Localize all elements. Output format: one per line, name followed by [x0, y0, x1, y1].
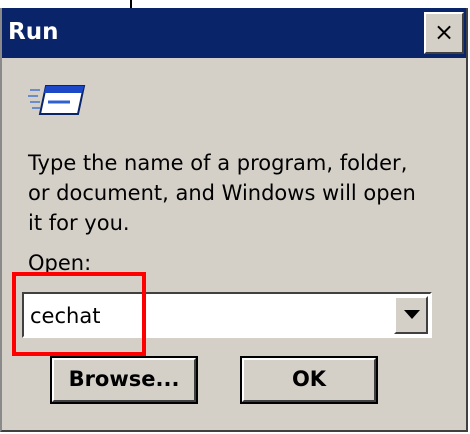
- browse-button[interactable]: Browse...: [50, 356, 198, 404]
- close-icon: ×: [433, 18, 455, 46]
- open-input[interactable]: [30, 300, 390, 332]
- window-title: Run: [8, 19, 59, 45]
- chevron-down-icon: [404, 310, 420, 319]
- instruction-text: Type the name of a program, folder, or d…: [28, 151, 416, 235]
- run-dialog: Run × Type the name of a program, folder…: [0, 8, 468, 432]
- title-bar: Run ×: [2, 8, 466, 58]
- ok-button[interactable]: OK: [240, 356, 378, 404]
- close-button[interactable]: ×: [424, 12, 464, 54]
- dropdown-button[interactable]: [394, 296, 428, 334]
- open-label: Open:: [28, 251, 92, 275]
- open-combobox[interactable]: [22, 292, 432, 338]
- run-program-icon: [28, 85, 86, 115]
